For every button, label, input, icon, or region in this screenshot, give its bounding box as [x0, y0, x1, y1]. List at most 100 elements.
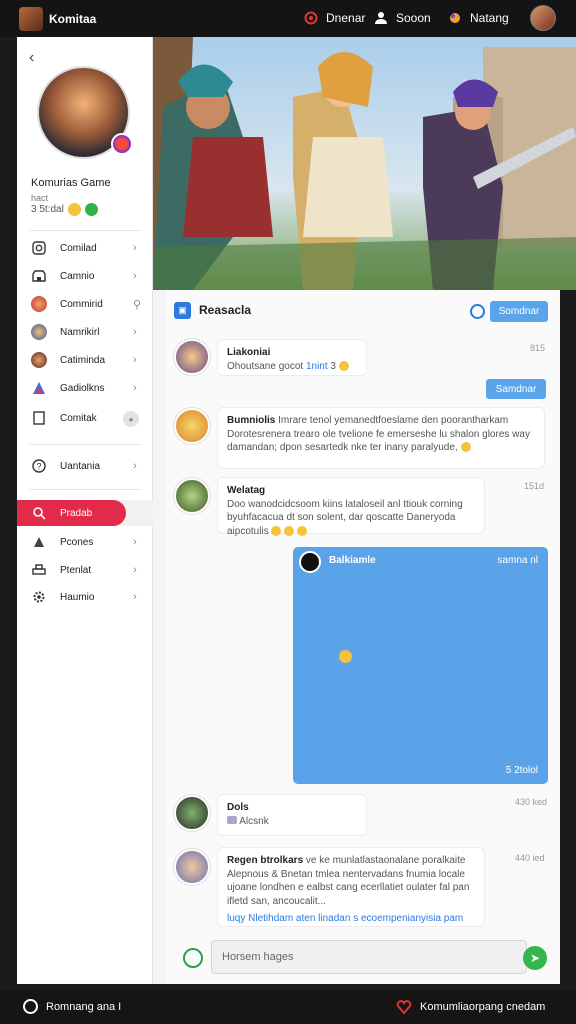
- sidebar-item-gadiolkns[interactable]: Gadiolkns ›: [17, 375, 153, 401]
- highlight-card[interactable]: Balkiamle samna nl 5 2tolol: [293, 547, 548, 784]
- user-icon: [375, 12, 387, 24]
- profile-sub: hact: [31, 193, 49, 203]
- card-time: samna nl: [497, 555, 538, 566]
- reply-button[interactable]: Samdnar: [486, 379, 546, 399]
- message-time: 440 ied: [515, 853, 545, 863]
- chevron-right-icon: ›: [133, 382, 137, 394]
- message-composer: Horsem hages ➤: [173, 939, 551, 977]
- store-icon: [31, 268, 47, 284]
- divider: [29, 444, 141, 445]
- chevron-right-icon: ›: [133, 536, 137, 548]
- topbar-item-dnenar[interactable]: Dnenar: [304, 11, 365, 25]
- sidebar-item-pradab[interactable]: Pradab: [17, 500, 153, 526]
- sidebar-item-label: Pradab: [60, 507, 93, 519]
- svg-text:?: ?: [36, 462, 41, 472]
- attach-icon[interactable]: [183, 948, 203, 968]
- power-icon: [23, 999, 38, 1014]
- sidebar-item-label: Pcones: [60, 536, 94, 548]
- message-link[interactable]: 1nint: [306, 361, 328, 372]
- channel-title: Reasacla: [199, 303, 252, 317]
- toggle-icon[interactable]: ●: [123, 411, 139, 427]
- back-chevron-icon[interactable]: ‹: [29, 49, 34, 67]
- profile-name: Komurias Game: [31, 177, 111, 189]
- status-online-icon: [84, 203, 98, 216]
- profile-stat: 3 5t:dal: [31, 203, 98, 216]
- send-button[interactable]: ➤: [523, 946, 547, 970]
- refresh-icon[interactable]: [470, 304, 485, 319]
- instagram-icon: [31, 240, 47, 256]
- brand-name[interactable]: Komitaa: [49, 12, 96, 26]
- sidebar-item-uantania[interactable]: ? Uantania ›: [17, 453, 153, 479]
- topbar-item-sooon[interactable]: Sooon: [374, 11, 431, 25]
- user-avatar[interactable]: [530, 5, 556, 31]
- app-logo-icon[interactable]: [19, 6, 43, 31]
- message-time: 151d: [524, 481, 545, 491]
- message-input[interactable]: Horsem hages: [211, 940, 527, 974]
- message-time: 430 ked: [515, 797, 548, 807]
- sidebar-item-comilad[interactable]: Comilad ›: [17, 235, 153, 261]
- sidebar: ‹ Komurias Game hact 3 5t:dal Comilad › …: [17, 37, 153, 984]
- sidebar-item-comitak[interactable]: Comitak ●: [17, 405, 153, 431]
- pin-icon: ⚲: [133, 298, 142, 311]
- doc-icon: [31, 410, 47, 426]
- bottom-bar: Romnang ana I Komumliaorpang cnedam: [0, 990, 576, 1024]
- header-button[interactable]: Somdnar: [490, 301, 548, 322]
- sidebar-item-pcones[interactable]: Pcones ›: [17, 529, 153, 555]
- sidebar-item-label: Comitak: [60, 412, 97, 424]
- channel-icon: ▣: [174, 302, 191, 319]
- gear-icon: [31, 589, 47, 605]
- question-icon: ?: [31, 458, 47, 474]
- target-icon: [304, 11, 318, 25]
- message-author: Regen btrolkars: [227, 855, 304, 866]
- message-time: 815: [530, 343, 546, 353]
- avatar-icon: [31, 352, 47, 368]
- heart-icon: [396, 1000, 412, 1015]
- divider: [29, 489, 141, 490]
- emoji-icon: [271, 525, 282, 536]
- message-avatar[interactable]: [174, 339, 210, 375]
- sidebar-item-label: Camnio: [60, 270, 95, 282]
- message-link[interactable]: luqy Nletihdam aten linadan s ecoempenia…: [227, 912, 475, 926]
- emoji-icon: [460, 442, 471, 453]
- bottom-right-item[interactable]: Komumliaorpang cnedam: [396, 999, 545, 1015]
- topbar-item-natang[interactable]: Natang: [448, 11, 509, 25]
- message-text: Ohoutsane gocot 1nint 3: [227, 360, 357, 374]
- message-author: Bumniolis: [227, 415, 276, 426]
- message-avatar[interactable]: [174, 849, 210, 885]
- sidebar-item-camnio[interactable]: Camnio ›: [17, 263, 153, 289]
- message-avatar[interactable]: [174, 795, 210, 831]
- sidebar-item-ptenlat[interactable]: Ptenlat ›: [17, 557, 153, 583]
- bottom-right-label: Komumliaorpang cnedam: [420, 1001, 546, 1013]
- card-title: Balkiamle: [329, 555, 376, 566]
- sidebar-item-label: Catiminda: [60, 354, 106, 366]
- emoji-icon: [297, 525, 308, 536]
- sidebar-item-catiminda[interactable]: Catiminda ›: [17, 347, 153, 373]
- message-count: 3: [330, 360, 336, 372]
- message-text: Alcsnk: [227, 815, 357, 829]
- topbar-item-label: Dnenar: [326, 11, 366, 25]
- profile-badge-icon: [111, 133, 133, 155]
- person-icon: [31, 534, 47, 550]
- chevron-right-icon: ›: [133, 242, 137, 254]
- chevron-right-icon: ›: [133, 591, 137, 603]
- sidebar-item-label: Namrikirl: [60, 326, 100, 338]
- message-bubble: Bumniolis Imrare tenol yemanedtfoeslame …: [217, 407, 545, 469]
- hero-banner-image: [153, 37, 576, 290]
- message-avatar[interactable]: [174, 408, 210, 444]
- sidebar-item-namrikirl[interactable]: Namrikirl ›: [17, 319, 153, 345]
- emoji-icon: [284, 525, 295, 536]
- chevron-right-icon: ›: [133, 354, 137, 366]
- sidebar-item-haumio[interactable]: Haumio ›: [17, 584, 153, 610]
- message-bubble: Regen btrolkars ve ke munlatlastaonalane…: [217, 847, 485, 927]
- sidebar-item-label: Haumio: [60, 591, 95, 603]
- message-avatar[interactable]: [174, 478, 210, 514]
- sidebar-item-label: Uantania: [60, 460, 101, 472]
- chevron-right-icon: ›: [133, 564, 137, 576]
- bottom-left-item[interactable]: Romnang ana I: [23, 999, 121, 1014]
- top-bar: Komitaa Dnenar Sooon Natang: [0, 0, 576, 37]
- sender-icon: [299, 551, 321, 573]
- message-bubble: Dols Alcsnk: [217, 794, 367, 836]
- sidebar-item-commirid[interactable]: Commirid ⚲: [17, 291, 153, 317]
- topbar-item-label: Sooon: [396, 11, 431, 25]
- sidebar-item-label: Ptenlat: [60, 564, 92, 576]
